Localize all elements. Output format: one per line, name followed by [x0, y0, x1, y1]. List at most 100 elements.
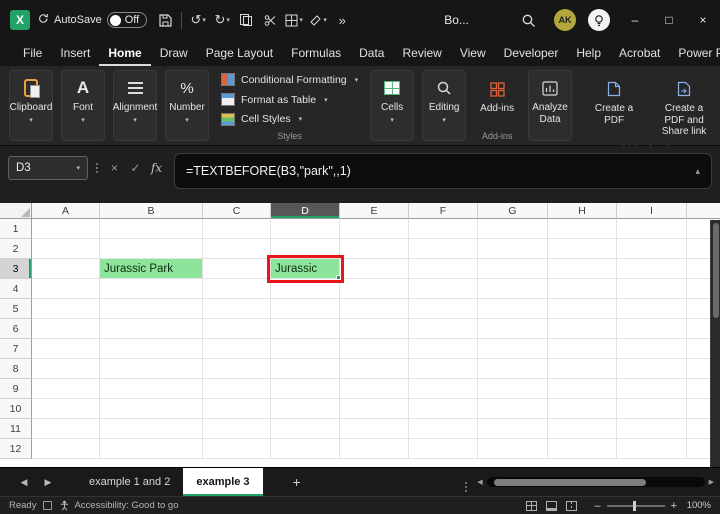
cell-I11[interactable]	[617, 419, 687, 439]
page-layout-view-icon[interactable]	[546, 500, 558, 511]
cell-F7[interactable]	[409, 339, 478, 359]
cell-A1[interactable]	[32, 219, 100, 239]
cell-H6[interactable]	[548, 319, 617, 339]
select-all-button[interactable]	[0, 203, 32, 219]
zoom-level[interactable]: 100%	[683, 500, 711, 511]
zoom-out-icon[interactable]: –	[594, 500, 600, 512]
cell-I12[interactable]	[617, 439, 687, 459]
cell-I7[interactable]	[617, 339, 687, 359]
copy-button[interactable]	[234, 7, 258, 33]
cell-I3[interactable]	[617, 259, 687, 279]
cell-B5[interactable]	[100, 299, 203, 319]
cell-I1[interactable]	[617, 219, 687, 239]
autosave-toggle[interactable]: Off	[106, 12, 148, 28]
column-header-D[interactable]: D	[271, 203, 340, 219]
cell-G6[interactable]	[478, 319, 548, 339]
menu-tab-file[interactable]: File	[14, 40, 51, 66]
editing-group-button[interactable]: Editing ▾	[422, 70, 467, 141]
cell-A7[interactable]	[32, 339, 100, 359]
cell-E1[interactable]	[340, 219, 409, 239]
cell-G5[interactable]	[478, 299, 548, 319]
cell-E12[interactable]	[340, 439, 409, 459]
search-icon[interactable]	[516, 7, 540, 33]
cell-I2[interactable]	[617, 239, 687, 259]
column-header-C[interactable]: C	[203, 203, 271, 219]
row-header-12[interactable]: 12	[0, 439, 32, 459]
zoom-slider-thumb[interactable]	[632, 500, 636, 511]
cell-A2[interactable]	[32, 239, 100, 259]
cell-C4[interactable]	[203, 279, 271, 299]
cell-D8[interactable]	[271, 359, 340, 379]
cell-H11[interactable]	[548, 419, 617, 439]
cell-C1[interactable]	[203, 219, 271, 239]
menu-tab-data[interactable]: Data	[350, 40, 393, 66]
menu-tab-home[interactable]: Home	[99, 40, 150, 66]
cell-I5[interactable]	[617, 299, 687, 319]
cell-E6[interactable]	[340, 319, 409, 339]
more-commands-button[interactable]: »	[330, 7, 354, 33]
cell-C12[interactable]	[203, 439, 271, 459]
cell-G1[interactable]	[478, 219, 548, 239]
cell-F6[interactable]	[409, 319, 478, 339]
format-painter-button[interactable]: ▾	[306, 7, 330, 33]
menu-tab-draw[interactable]: Draw	[151, 40, 197, 66]
cell-C5[interactable]	[203, 299, 271, 319]
cell-H7[interactable]	[548, 339, 617, 359]
row-header-3[interactable]: 3	[0, 259, 32, 279]
zoom-slider[interactable]	[606, 500, 665, 511]
row-header-11[interactable]: 11	[0, 419, 32, 439]
vertical-scrollbar[interactable]	[710, 220, 720, 467]
accessibility-status[interactable]: Accessibility: Good to go	[59, 500, 179, 511]
menu-tab-review[interactable]: Review	[393, 40, 450, 66]
cell-G9[interactable]	[478, 379, 548, 399]
sheet-tabs-menu[interactable]	[465, 480, 468, 484]
cell-H4[interactable]	[548, 279, 617, 299]
cell-H5[interactable]	[548, 299, 617, 319]
redo-button[interactable]: ↻ ▾	[210, 7, 234, 33]
column-header-B[interactable]: B	[100, 203, 203, 219]
cell-E11[interactable]	[340, 419, 409, 439]
cell-B12[interactable]	[100, 439, 203, 459]
cell-G4[interactable]	[478, 279, 548, 299]
macro-record-icon[interactable]	[43, 501, 53, 510]
menu-tab-help[interactable]: Help	[567, 40, 610, 66]
cell-E10[interactable]	[340, 399, 409, 419]
cell-D5[interactable]	[271, 299, 340, 319]
number-group-button[interactable]: % Number ▾	[165, 70, 209, 141]
cell-C6[interactable]	[203, 319, 271, 339]
cell-B11[interactable]	[100, 419, 203, 439]
cell-A4[interactable]	[32, 279, 100, 299]
analyze-data-button[interactable]: Analyze Data	[528, 70, 573, 141]
row-header-8[interactable]: 8	[0, 359, 32, 379]
cell-F2[interactable]	[409, 239, 478, 259]
cell-G10[interactable]	[478, 399, 548, 419]
cell-E7[interactable]	[340, 339, 409, 359]
cells-group-button[interactable]: Cells ▾	[370, 70, 415, 141]
cut-button[interactable]	[258, 7, 282, 33]
formula-input[interactable]: =TEXTBEFORE(B3,"park",,1) ▴	[174, 153, 712, 189]
menu-tab-insert[interactable]: Insert	[51, 40, 99, 66]
enter-icon[interactable]: ✓	[127, 161, 144, 175]
column-header-E[interactable]: E	[340, 203, 409, 219]
format-as-table-button[interactable]: Format as Table ▾	[216, 90, 363, 110]
cell-C2[interactable]	[203, 239, 271, 259]
cell-E5[interactable]	[340, 299, 409, 319]
minimize-button[interactable]: –	[618, 0, 652, 40]
normal-view-icon[interactable]	[526, 500, 538, 511]
cell-G7[interactable]	[478, 339, 548, 359]
cell-C3[interactable]	[203, 259, 271, 279]
save-button[interactable]	[153, 7, 177, 33]
row-header-7[interactable]: 7	[0, 339, 32, 359]
cell-B2[interactable]	[100, 239, 203, 259]
cell-E2[interactable]	[340, 239, 409, 259]
cell-F3[interactable]	[409, 259, 478, 279]
page-break-view-icon[interactable]	[566, 500, 578, 511]
conditional-formatting-button[interactable]: Conditional Formatting ▾	[216, 70, 363, 90]
cell-A6[interactable]	[32, 319, 100, 339]
cell-E3[interactable]	[340, 259, 409, 279]
cell-H12[interactable]	[548, 439, 617, 459]
horizontal-scrollbar-track[interactable]	[486, 477, 705, 487]
cell-H3[interactable]	[548, 259, 617, 279]
cell-F4[interactable]	[409, 279, 478, 299]
clipboard-group-button[interactable]: Clipboard ▾	[9, 70, 53, 141]
